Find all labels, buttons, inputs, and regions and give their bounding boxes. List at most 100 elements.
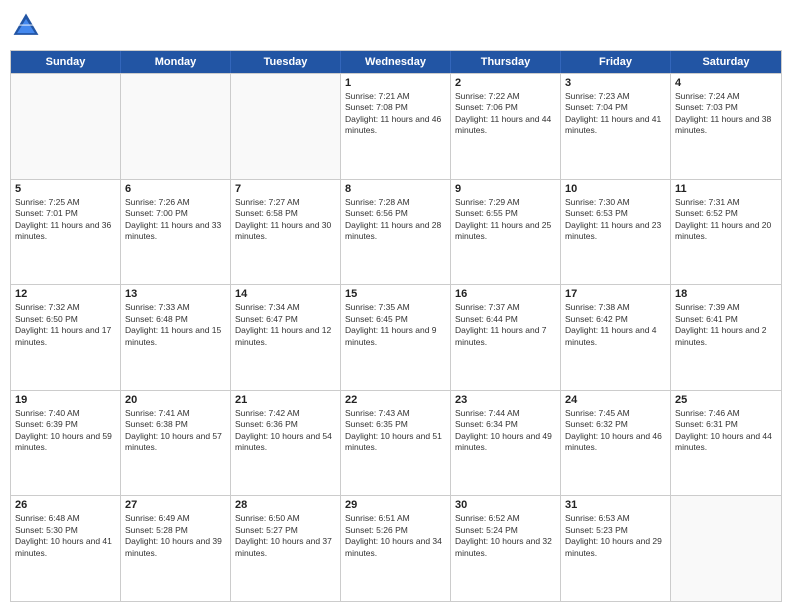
day-cell-15: 15 Sunrise: 7:35 AM Sunset: 6:45 PM Dayli… xyxy=(341,285,451,390)
day-cell-19: 19Sunrise: 7:40 AM Sunset: 6:39 PM Dayli… xyxy=(11,391,121,496)
day-info: Sunrise: 7:45 AM Sunset: 6:32 PM Dayligh… xyxy=(565,408,666,454)
empty-cell-0-0 xyxy=(11,74,121,179)
day-cell-12: 12 Sunrise: 7:32 AM Sunset: 6:50 PM Dayli… xyxy=(11,285,121,390)
empty-cell-0-2 xyxy=(231,74,341,179)
header-day-friday: Friday xyxy=(561,51,671,73)
empty-cell-0-1 xyxy=(121,74,231,179)
day-info: Sunrise: 6:48 AM Sunset: 5:30 PM Dayligh… xyxy=(15,513,116,559)
day-number: 9 xyxy=(455,183,556,195)
day-cell-14: 14Sunrise: 7:34 AM Sunset: 6:47 PM Dayli… xyxy=(231,285,341,390)
day-cell-22: 22 Sunrise: 7:43 AM Sunset: 6:35 PM Dayli… xyxy=(341,391,451,496)
logo-icon xyxy=(10,10,42,42)
day-cell-5: 5Sunrise: 7:25 AM Sunset: 7:01 PM Daylig… xyxy=(11,180,121,285)
day-number: 22 xyxy=(345,394,446,406)
day-cell-21: 21Sunrise: 7:42 AM Sunset: 6:36 PM Dayli… xyxy=(231,391,341,496)
day-cell-13: 13 Sunrise: 7:33 AM Sunset: 6:48 PM Dayli… xyxy=(121,285,231,390)
day-info: Sunrise: 7:29 AM Sunset: 6:55 PM Dayligh… xyxy=(455,197,556,243)
day-cell-28: 28Sunrise: 6:50 AM Sunset: 5:27 PM Dayli… xyxy=(231,496,341,601)
day-number: 26 xyxy=(15,499,116,511)
calendar-header: SundayMondayTuesdayWednesdayThursdayFrid… xyxy=(11,51,781,73)
calendar-body: 1Sunrise: 7:21 AM Sunset: 7:08 PM Daylig… xyxy=(11,73,781,601)
day-number: 24 xyxy=(565,394,666,406)
day-info: Sunrise: 7:22 AM Sunset: 7:06 PM Dayligh… xyxy=(455,91,556,137)
day-cell-9: 9 Sunrise: 7:29 AM Sunset: 6:55 PM Daylig… xyxy=(451,180,561,285)
day-info: Sunrise: 7:38 AM Sunset: 6:42 PM Dayligh… xyxy=(565,302,666,348)
logo xyxy=(10,10,46,42)
day-number: 31 xyxy=(565,499,666,511)
calendar-row-2: 12 Sunrise: 7:32 AM Sunset: 6:50 PM Dayli… xyxy=(11,284,781,390)
day-cell-26: 26 Sunrise: 6:48 AM Sunset: 5:30 PM Dayli… xyxy=(11,496,121,601)
calendar-row-4: 26 Sunrise: 6:48 AM Sunset: 5:30 PM Dayli… xyxy=(11,495,781,601)
day-cell-24: 24 Sunrise: 7:45 AM Sunset: 6:32 PM Dayli… xyxy=(561,391,671,496)
header-day-wednesday: Wednesday xyxy=(341,51,451,73)
day-info: Sunrise: 6:52 AM Sunset: 5:24 PM Dayligh… xyxy=(455,513,556,559)
day-info: Sunrise: 7:41 AM Sunset: 6:38 PM Dayligh… xyxy=(125,408,226,454)
day-number: 23 xyxy=(455,394,556,406)
day-cell-16: 16 Sunrise: 7:37 AM Sunset: 6:44 PM Dayli… xyxy=(451,285,561,390)
calendar: SundayMondayTuesdayWednesdayThursdayFrid… xyxy=(10,50,782,602)
header-day-saturday: Saturday xyxy=(671,51,781,73)
day-info: Sunrise: 7:46 AM Sunset: 6:31 PM Dayligh… xyxy=(675,408,777,454)
day-cell-7: 7 Sunrise: 7:27 AM Sunset: 6:58 PM Daylig… xyxy=(231,180,341,285)
calendar-row-3: 19Sunrise: 7:40 AM Sunset: 6:39 PM Dayli… xyxy=(11,390,781,496)
day-info: Sunrise: 7:33 AM Sunset: 6:48 PM Dayligh… xyxy=(125,302,226,348)
day-number: 17 xyxy=(565,288,666,300)
day-cell-27: 27Sunrise: 6:49 AM Sunset: 5:28 PM Dayli… xyxy=(121,496,231,601)
day-info: Sunrise: 7:32 AM Sunset: 6:50 PM Dayligh… xyxy=(15,302,116,348)
day-info: Sunrise: 6:50 AM Sunset: 5:27 PM Dayligh… xyxy=(235,513,336,559)
day-cell-23: 23Sunrise: 7:44 AM Sunset: 6:34 PM Dayli… xyxy=(451,391,561,496)
day-info: Sunrise: 7:43 AM Sunset: 6:35 PM Dayligh… xyxy=(345,408,446,454)
day-cell-18: 18 Sunrise: 7:39 AM Sunset: 6:41 PM Dayli… xyxy=(671,285,781,390)
header-day-sunday: Sunday xyxy=(11,51,121,73)
day-cell-6: 6Sunrise: 7:26 AM Sunset: 7:00 PM Daylig… xyxy=(121,180,231,285)
header-day-thursday: Thursday xyxy=(451,51,561,73)
day-number: 7 xyxy=(235,183,336,195)
day-cell-31: 31 Sunrise: 6:53 AM Sunset: 5:23 PM Dayli… xyxy=(561,496,671,601)
day-number: 4 xyxy=(675,77,777,89)
day-number: 2 xyxy=(455,77,556,89)
day-number: 19 xyxy=(15,394,116,406)
day-cell-4: 4 Sunrise: 7:24 AM Sunset: 7:03 PM Daylig… xyxy=(671,74,781,179)
day-number: 21 xyxy=(235,394,336,406)
day-cell-8: 8Sunrise: 7:28 AM Sunset: 6:56 PM Daylig… xyxy=(341,180,451,285)
page: SundayMondayTuesdayWednesdayThursdayFrid… xyxy=(0,0,792,612)
day-number: 12 xyxy=(15,288,116,300)
header-day-monday: Monday xyxy=(121,51,231,73)
day-info: Sunrise: 6:53 AM Sunset: 5:23 PM Dayligh… xyxy=(565,513,666,559)
day-info: Sunrise: 7:24 AM Sunset: 7:03 PM Dayligh… xyxy=(675,91,777,137)
day-info: Sunrise: 7:30 AM Sunset: 6:53 PM Dayligh… xyxy=(565,197,666,243)
day-number: 20 xyxy=(125,394,226,406)
calendar-row-1: 5Sunrise: 7:25 AM Sunset: 7:01 PM Daylig… xyxy=(11,179,781,285)
day-number: 25 xyxy=(675,394,777,406)
day-cell-17: 17 Sunrise: 7:38 AM Sunset: 6:42 PM Dayli… xyxy=(561,285,671,390)
day-number: 3 xyxy=(565,77,666,89)
day-cell-2: 2 Sunrise: 7:22 AM Sunset: 7:06 PM Daylig… xyxy=(451,74,561,179)
day-info: Sunrise: 7:39 AM Sunset: 6:41 PM Dayligh… xyxy=(675,302,777,348)
day-info: Sunrise: 7:26 AM Sunset: 7:00 PM Dayligh… xyxy=(125,197,226,243)
day-number: 29 xyxy=(345,499,446,511)
day-info: Sunrise: 7:31 AM Sunset: 6:52 PM Dayligh… xyxy=(675,197,777,243)
day-number: 30 xyxy=(455,499,556,511)
day-cell-29: 29Sunrise: 6:51 AM Sunset: 5:26 PM Dayli… xyxy=(341,496,451,601)
header xyxy=(10,10,782,42)
day-cell-20: 20 Sunrise: 7:41 AM Sunset: 6:38 PM Dayli… xyxy=(121,391,231,496)
day-info: Sunrise: 7:37 AM Sunset: 6:44 PM Dayligh… xyxy=(455,302,556,348)
day-number: 15 xyxy=(345,288,446,300)
day-cell-3: 3 Sunrise: 7:23 AM Sunset: 7:04 PM Daylig… xyxy=(561,74,671,179)
day-number: 16 xyxy=(455,288,556,300)
day-cell-1: 1Sunrise: 7:21 AM Sunset: 7:08 PM Daylig… xyxy=(341,74,451,179)
day-info: Sunrise: 7:25 AM Sunset: 7:01 PM Dayligh… xyxy=(15,197,116,243)
day-cell-30: 30 Sunrise: 6:52 AM Sunset: 5:24 PM Dayli… xyxy=(451,496,561,601)
empty-cell-4-6 xyxy=(671,496,781,601)
day-info: Sunrise: 6:49 AM Sunset: 5:28 PM Dayligh… xyxy=(125,513,226,559)
day-number: 18 xyxy=(675,288,777,300)
day-info: Sunrise: 7:28 AM Sunset: 6:56 PM Dayligh… xyxy=(345,197,446,243)
day-info: Sunrise: 7:23 AM Sunset: 7:04 PM Dayligh… xyxy=(565,91,666,137)
day-info: Sunrise: 7:27 AM Sunset: 6:58 PM Dayligh… xyxy=(235,197,336,243)
day-number: 13 xyxy=(125,288,226,300)
day-info: Sunrise: 7:35 AM Sunset: 6:45 PM Dayligh… xyxy=(345,302,446,348)
day-cell-10: 10Sunrise: 7:30 AM Sunset: 6:53 PM Dayli… xyxy=(561,180,671,285)
header-day-tuesday: Tuesday xyxy=(231,51,341,73)
day-number: 1 xyxy=(345,77,446,89)
calendar-row-0: 1Sunrise: 7:21 AM Sunset: 7:08 PM Daylig… xyxy=(11,73,781,179)
